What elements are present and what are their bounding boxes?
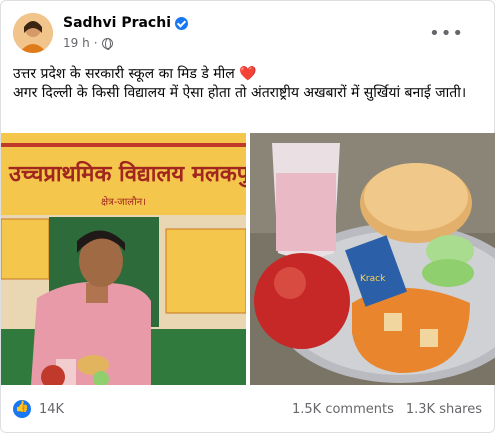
author-avatar[interactable] [13,13,53,53]
post-text-line-1-content: उत्तर प्रदेश के सरकारी स्कूल का मिड डे म… [13,66,235,82]
post-header: Sadhvi Prachi 19 h · ••• [13,11,484,57]
post-text-line-2: अगर दिल्ली के किसी विद्यालय में ऐसा होता… [13,85,467,101]
school-sign-text: उच्चप्राथमिक विद्यालय मलकपु [8,160,246,188]
facebook-post: Sadhvi Prachi 19 h · ••• उत्तर प्रदेश के… [0,0,495,433]
school-sub-text: क्षेत्र-जालौन। [101,196,146,208]
post-photos: उच्चप्राथमिक विद्यालय मलकपु क्षेत्र-जालौ… [1,133,495,385]
shares-count[interactable]: 1.3K shares [406,402,482,417]
engagement-stats: 1.5K comments 1.3K shares [292,402,482,417]
post-text: उत्तर प्रदेश के सरकारी स्कूल का मिड डे म… [13,65,482,103]
reaction-count[interactable]: 14K [39,402,64,417]
post-time[interactable]: 19 h [63,36,90,50]
public-globe-icon[interactable] [101,37,113,50]
photo-meal-plate[interactable]: Krack [250,133,495,385]
post-meta: 19 h · [63,36,113,50]
separator-dot: · [93,36,98,50]
post-text-line-1: उत्तर प्रदेश के सरकारी स्कूल का मिड डे म… [13,65,482,84]
author-name-text[interactable]: Sadhvi Prachi [63,15,171,31]
heart-emoji-icon: ❤️ [239,66,257,82]
verified-badge-icon [175,16,188,30]
author-name[interactable]: Sadhvi Prachi [63,15,188,31]
comments-count[interactable]: 1.5K comments [292,402,394,417]
like-reaction-icon[interactable] [13,400,31,418]
photo-school-boy[interactable]: उच्चप्राथमिक विद्यालय मलकपु क्षेत्र-जालौ… [1,133,246,385]
more-options-icon[interactable]: ••• [429,23,464,44]
post-footer: 14K 1.5K comments 1.3K shares [13,395,482,423]
svg-text:Krack: Krack [360,274,386,284]
